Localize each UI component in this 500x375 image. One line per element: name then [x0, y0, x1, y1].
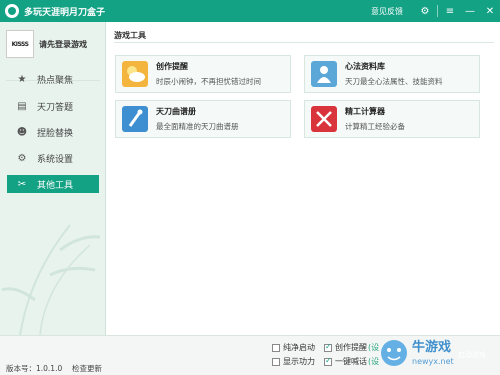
card-text: 创作提醒 时辰小闹钟，不再担忧错过时间 [156, 61, 261, 87]
main-panel: 游戏工具 创作提醒 时辰小闹钟，不再担忧错过时间 心法资料库 天刀最全心法属性、… [107, 22, 500, 335]
gear-icon: ⚙ [17, 152, 27, 164]
card-title: 天刀曲谱册 [156, 107, 196, 116]
watermark-logo: 牛游戏 newyx.net 启动游戏 [381, 339, 486, 366]
watermark-text: 牛游戏 [412, 339, 451, 355]
card-title: 精工计算器 [345, 107, 385, 116]
version-label: 版本号：1.0.1.0 [6, 364, 63, 373]
sidebar-item-other-tools[interactable]: ✂ 其他工具 [7, 175, 99, 193]
sidebar-item-label: 其他工具 [37, 180, 74, 191]
document-icon: ▤ [17, 100, 27, 112]
section-title: 游戏工具 [114, 31, 146, 40]
feedback-link[interactable]: 意见反馈 [371, 6, 403, 17]
checkbox-icon[interactable] [272, 343, 280, 352]
sidebar-item-face-swap[interactable]: ☻ 捏脸替换 [7, 123, 99, 141]
menu-icon[interactable]: ≡ [440, 0, 460, 22]
book-icon [311, 61, 337, 87]
quick-shout-checkbox[interactable]: 一键喊话 (设 [324, 356, 379, 367]
sidebar-item-quiz[interactable]: ▤ 天刀答题 [7, 97, 99, 115]
card-desc: 天刀最全心法属性、技能资料 [345, 77, 443, 86]
reminder-checkbox[interactable]: 创作提醒 (设 [324, 342, 379, 353]
card-reminder[interactable]: 创作提醒 时辰小闹钟，不再担忧错过时间 [115, 55, 291, 93]
sidebar-item-label: 天刀答题 [37, 102, 74, 113]
login-prompt[interactable]: 请先登录游戏 [39, 39, 87, 50]
card-skill-library[interactable]: 心法资料库 天刀最全心法属性、技能资料 [304, 55, 480, 93]
close-icon[interactable]: ✕ [480, 0, 500, 22]
watermark-sub: 启动游戏 [458, 350, 486, 359]
watermark-url: newyx.net [412, 357, 454, 366]
sidebar: KISSS 请先登录游戏 ★ 热点聚焦 ▤ 天刀答题 ☻ 捏脸替换 ⚙ 系统设置… [0, 22, 106, 335]
card-desc: 时辰小闹钟，不再担忧错过时间 [156, 77, 261, 86]
card-title: 心法资料库 [345, 62, 385, 71]
music-icon [122, 106, 148, 132]
crossed-swords-icon [311, 106, 337, 132]
card-desc: 计算精工经验必备 [345, 122, 405, 131]
sidebar-item-label: 系统设置 [37, 154, 74, 165]
gear-icon[interactable]: ⚙ [415, 0, 435, 22]
card-title: 创作提醒 [156, 62, 188, 71]
status-bar: 版本号：1.0.1.0 检查更新 纯净启动 创作提醒 (设 显示功力 一键喊话 … [0, 335, 500, 375]
card-craft-calculator[interactable]: 精工计算器 计算精工经验必备 [304, 100, 480, 138]
avatar[interactable]: KISSS [6, 30, 34, 58]
title-bar: 多玩天涯明月刀盒子 意见反馈 ⚙ ≡ — ✕ [0, 0, 500, 22]
sidebar-item-label: 热点聚焦 [37, 75, 74, 86]
title-divider [437, 5, 438, 17]
pure-start-checkbox[interactable]: 纯净启动 [272, 342, 315, 353]
bamboo-decoration-icon [1, 224, 101, 335]
card-desc: 最全面精准的天刀曲谱册 [156, 122, 239, 131]
section-divider [114, 42, 494, 43]
weather-icon [122, 61, 148, 87]
card-music-book[interactable]: 天刀曲谱册 最全面精准的天刀曲谱册 [115, 100, 291, 138]
star-icon: ★ [17, 73, 27, 85]
title-actions: 意见反馈 ⚙ ≡ — ✕ [371, 0, 500, 22]
checkbox-icon[interactable] [324, 342, 332, 352]
sidebar-item-settings[interactable]: ⚙ 系统设置 [7, 149, 99, 167]
app-logo-icon [5, 4, 19, 18]
checkbox-label: 创作提醒 [335, 343, 367, 352]
card-text: 心法资料库 天刀最全心法属性、技能资料 [345, 61, 443, 87]
card-text: 天刀曲谱册 最全面精准的天刀曲谱册 [156, 106, 239, 132]
sidebar-item-label: 捏脸替换 [37, 128, 74, 139]
minimize-icon[interactable]: — [460, 0, 480, 22]
checkbox-label: 显示功力 [283, 357, 315, 366]
check-update-link[interactable]: 检查更新 [72, 363, 102, 374]
sidebar-item-hot-news[interactable]: ★ 热点聚焦 [7, 70, 99, 88]
checkbox-icon[interactable] [324, 356, 332, 366]
checkbox-label: 一键喊话 [335, 357, 367, 366]
app-title: 多玩天涯明月刀盒子 [24, 7, 106, 18]
show-power-checkbox[interactable]: 显示功力 [272, 356, 315, 367]
checkbox-label: 纯净启动 [283, 343, 315, 352]
card-text: 精工计算器 计算精工经验必备 [345, 106, 405, 132]
tools-icon: ✂ [17, 178, 27, 190]
login-box[interactable]: KISSS 请先登录游戏 [0, 22, 105, 66]
mask-icon: ☻ [16, 126, 28, 138]
checkbox-icon[interactable] [272, 357, 280, 366]
